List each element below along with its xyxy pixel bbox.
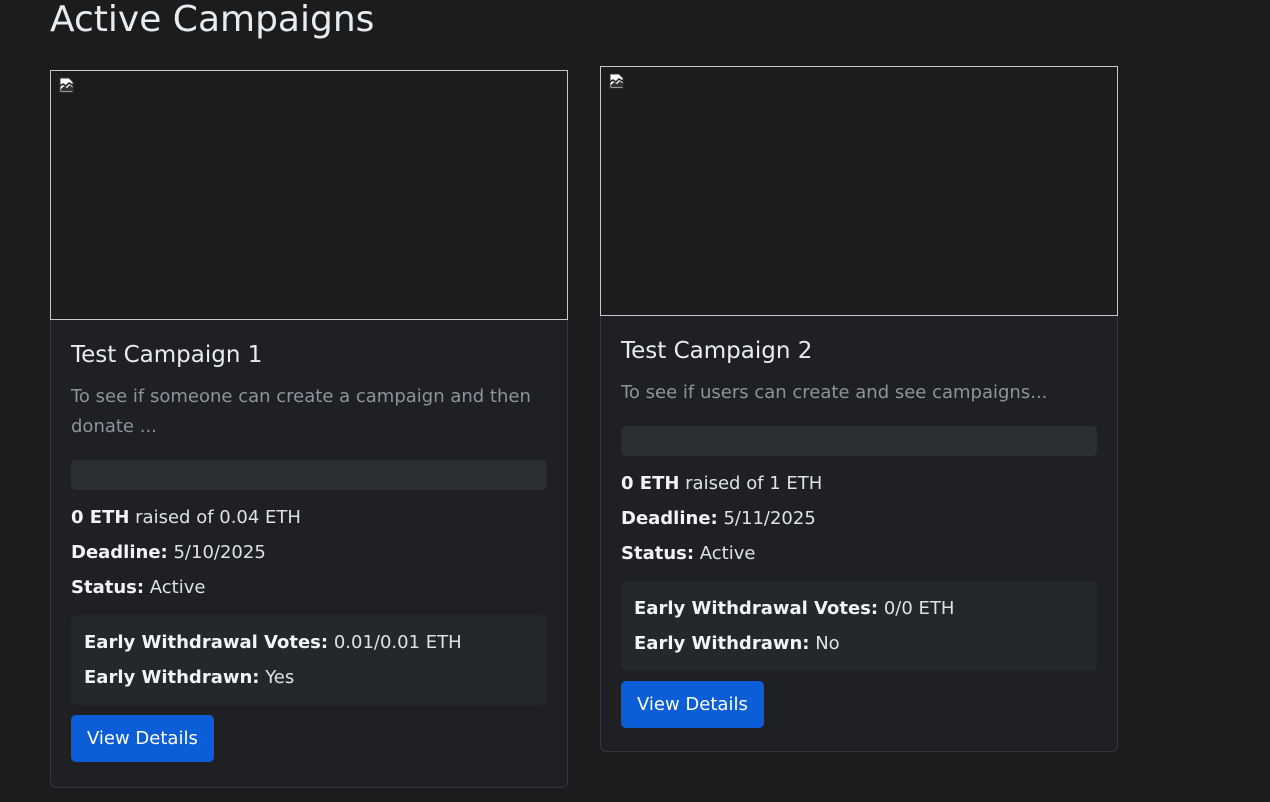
campaign-title: Test Campaign 2: [621, 338, 813, 364]
raised-amount: 0 ETH: [71, 507, 130, 528]
votes-line: Early Withdrawal Votes: 0.01/0.01 ETH: [84, 625, 534, 660]
page-title: Active Campaigns: [50, 0, 375, 40]
deadline-value: 5/11/2025: [717, 508, 816, 529]
view-details-button[interactable]: View Details: [71, 715, 214, 762]
card-body: Test Campaign 2 To see if users can crea…: [601, 316, 1117, 728]
votes-label: Early Withdrawal Votes:: [634, 598, 879, 619]
withdrawn-line: Early Withdrawn: Yes: [84, 660, 534, 695]
withdrawn-value: No: [809, 633, 840, 654]
raised-line: 0 ETH raised of 0.04 ETH: [71, 500, 547, 535]
broken-image-icon: [609, 73, 625, 89]
deadline-label: Deadline:: [71, 542, 168, 563]
campaign-image: [50, 70, 568, 320]
deadline-line: Deadline: 5/11/2025: [621, 501, 1097, 536]
deadline-label: Deadline:: [621, 508, 718, 529]
view-details-button[interactable]: View Details: [621, 681, 764, 728]
raised-amount: 0 ETH: [621, 473, 680, 494]
status-value: Active: [694, 543, 756, 564]
status-value: Active: [144, 577, 206, 598]
campaign-description: To see if users can create and see campa…: [621, 382, 1048, 403]
campaign-card: Test Campaign 1 To see if someone can cr…: [50, 70, 568, 788]
raised-target: raised of 0.04 ETH: [129, 507, 301, 528]
status-line: Status: Active: [621, 536, 1097, 571]
status-label: Status:: [71, 577, 145, 598]
withdrawn-label: Early Withdrawn:: [634, 633, 810, 654]
status-label: Status:: [621, 543, 695, 564]
withdrawn-label: Early Withdrawn:: [84, 667, 260, 688]
votes-label: Early Withdrawal Votes:: [84, 632, 329, 653]
campaign-description: To see if someone can create a campaign …: [71, 386, 531, 437]
votes-value: 0/0 ETH: [878, 598, 955, 619]
withdrawn-line: Early Withdrawn: No: [634, 626, 1084, 661]
funding-progress-bar: [621, 426, 1097, 456]
votes-value: 0.01/0.01 ETH: [328, 632, 462, 653]
campaign-card: Test Campaign 2 To see if users can crea…: [600, 66, 1118, 752]
early-withdrawal-box: Early Withdrawal Votes: 0/0 ETH Early Wi…: [621, 581, 1097, 671]
funding-progress-bar: [71, 460, 547, 490]
withdrawn-value: Yes: [259, 667, 295, 688]
status-line: Status: Active: [71, 570, 547, 605]
card-body: Test Campaign 1 To see if someone can cr…: [51, 320, 567, 762]
broken-image-icon: [59, 77, 75, 93]
early-withdrawal-box: Early Withdrawal Votes: 0.01/0.01 ETH Ea…: [71, 615, 547, 705]
deadline-value: 5/10/2025: [167, 542, 266, 563]
campaign-image: [600, 66, 1118, 316]
campaign-title: Test Campaign 1: [71, 342, 263, 368]
raised-line: 0 ETH raised of 1 ETH: [621, 466, 1097, 501]
deadline-line: Deadline: 5/10/2025: [71, 535, 547, 570]
votes-line: Early Withdrawal Votes: 0/0 ETH: [634, 591, 1084, 626]
raised-target: raised of 1 ETH: [679, 473, 823, 494]
